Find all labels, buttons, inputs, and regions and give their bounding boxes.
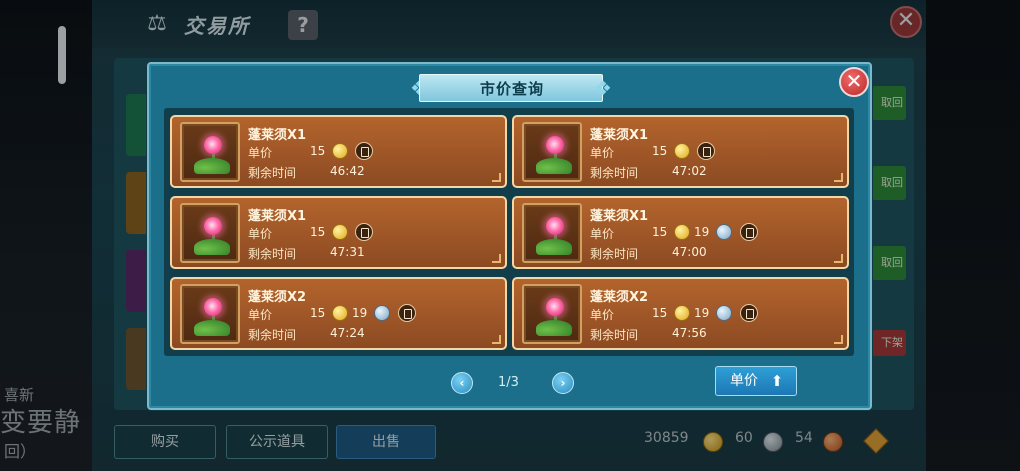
silver-price: 19 [352,306,368,320]
gold-coin-icon [332,305,348,321]
item-icon-frame [522,284,582,344]
flower-icon [204,298,222,316]
item-icon-frame [180,203,240,263]
listing-grid: 蓬莱须X1 单价 15 剩余时间 46:42 蓬莱须X1 单价 15 剩余时间 … [164,108,854,356]
remaining-time: 46:42 [330,164,365,178]
gold-price: 15 [652,225,668,239]
details-icon[interactable] [398,304,416,322]
time-label: 剩余时间 [248,328,297,342]
silver-price: 19 [694,225,710,239]
listing-card[interactable]: 蓬莱须X1 单价 15 剩余时间 47:02 [512,115,849,188]
gold-coin-icon [332,143,348,159]
title-ornament-right-icon: ❖ [594,76,612,100]
flower-icon [204,217,222,235]
details-icon[interactable] [355,223,373,241]
gold-price: 15 [310,306,326,320]
gold-price: 15 [652,306,668,320]
listing-card[interactable]: 蓬莱须X2 单价 15 19 剩余时间 47:24 [170,277,507,350]
remaining-time: 47:31 [330,245,365,259]
remaining-time: 47:02 [672,164,707,178]
item-icon-frame [180,284,240,344]
listing-card[interactable]: 蓬莱须X1 单价 15 剩余时间 46:42 [170,115,507,188]
market-price-dialog: ❖ 市价查询 ❖ ✕ 蓬莱须X1 单价 15 剩余时间 46:42 [147,62,872,410]
remaining-time: 47:00 [672,245,707,259]
time-label: 剩余时间 [590,166,639,180]
time-label: 剩余时间 [590,247,639,261]
silver-coin-icon [716,224,732,240]
prev-page-button[interactable]: ‹ [451,372,473,394]
gold-coin-icon [674,224,690,240]
price-label: 单价 [248,227,273,241]
remaining-time: 47:24 [330,326,365,340]
silver-price: 19 [694,306,710,320]
item-name: 蓬莱须X1 [590,209,649,224]
price-label: 单价 [590,227,615,241]
item-name: 蓬莱须X1 [590,128,649,143]
details-icon[interactable] [740,304,758,322]
details-icon[interactable] [697,142,715,160]
sort-by-price-button[interactable]: 单价 ⬆ [715,366,797,396]
gold-coin-icon [674,305,690,321]
gold-price: 15 [310,225,326,239]
next-page-button[interactable]: › [552,372,574,394]
gold-coin-icon [332,224,348,240]
item-name: 蓬莱须X2 [590,290,649,305]
time-label: 剩余时间 [248,247,297,261]
dialog-title-bar: 市价查询 [419,74,603,102]
flower-icon [546,298,564,316]
gold-price: 15 [310,144,326,158]
gold-price: 15 [652,144,668,158]
price-label: 单价 [248,308,273,322]
details-icon[interactable] [740,223,758,241]
item-name: 蓬莱须X2 [248,290,307,305]
sort-arrow-icon: ⬆ [770,372,784,390]
price-label: 单价 [590,308,615,322]
price-label: 单价 [248,146,273,160]
dialog-close-button[interactable]: ✕ [839,67,869,97]
dialog-title: 市价查询 [479,80,544,98]
item-icon-frame [522,203,582,263]
listing-card[interactable]: 蓬莱须X2 单价 15 19 剩余时间 47:56 [512,277,849,350]
price-label: 单价 [590,146,615,160]
flower-icon [546,136,564,154]
item-name: 蓬莱须X1 [248,128,307,143]
item-icon-frame [180,122,240,182]
gold-coin-icon [674,143,690,159]
flower-icon [204,136,222,154]
remaining-time: 47:56 [672,326,707,340]
item-icon-frame [522,122,582,182]
time-label: 剩余时间 [248,166,297,180]
listing-card[interactable]: 蓬莱须X1 单价 15 19 剩余时间 47:00 [512,196,849,269]
silver-coin-icon [374,305,390,321]
silver-coin-icon [716,305,732,321]
time-label: 剩余时间 [590,328,639,342]
listing-card[interactable]: 蓬莱须X1 单价 15 剩余时间 47:31 [170,196,507,269]
item-name: 蓬莱须X1 [248,209,307,224]
page-indicator: 1/3 [498,375,519,390]
flower-icon [546,217,564,235]
details-icon[interactable] [355,142,373,160]
sort-button-label: 单价 [730,373,758,389]
